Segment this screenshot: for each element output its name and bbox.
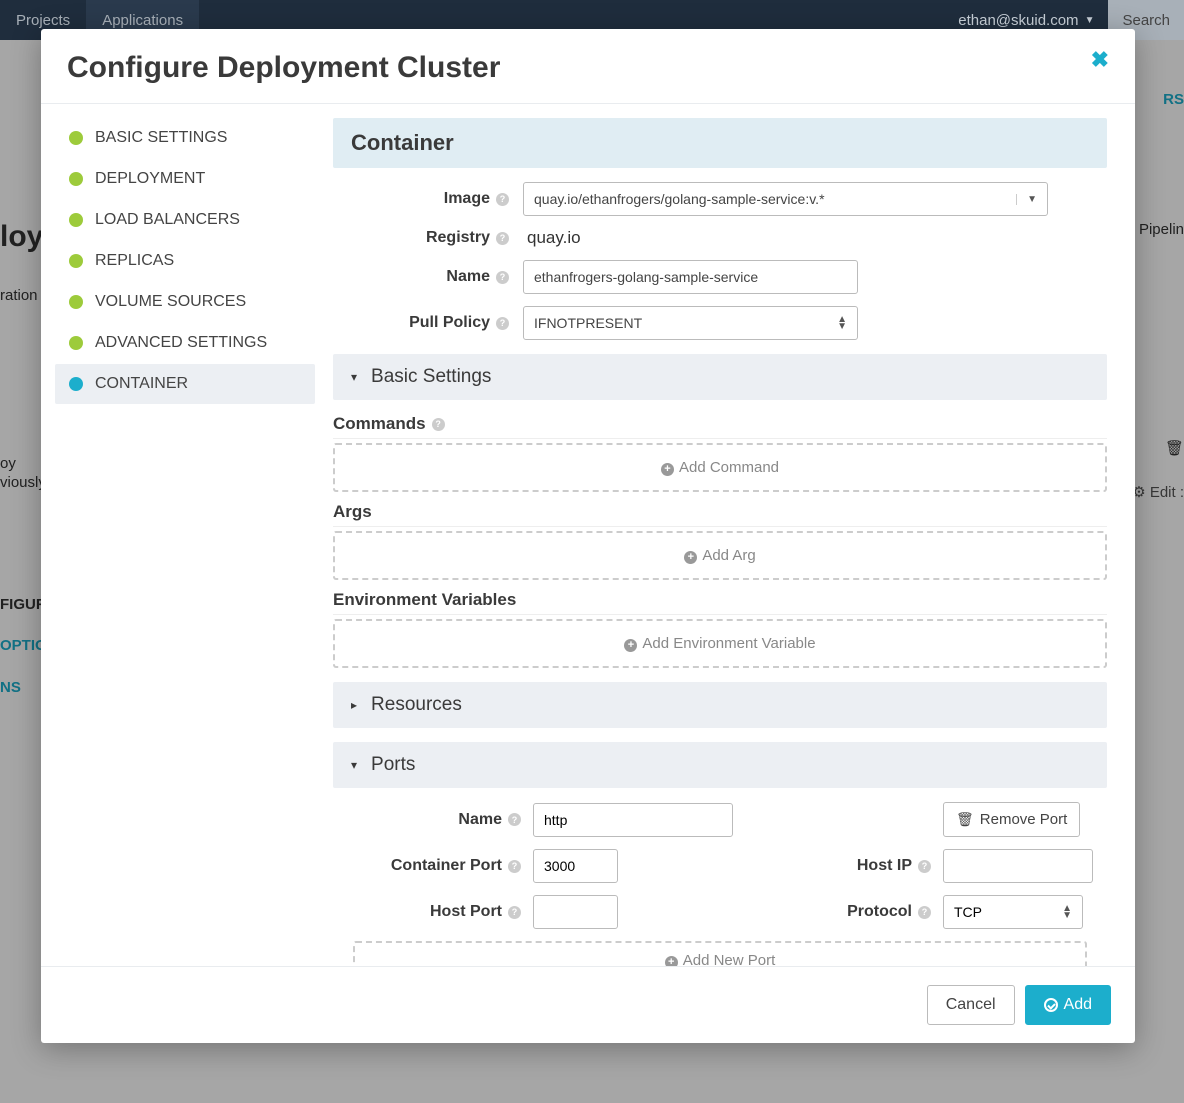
trash-icon: 🗑 [956,811,974,828]
add-arg-label: Add Arg [702,547,755,564]
sidebar-item-volume-sources[interactable]: VOLUME SOURCES [55,282,315,322]
help-icon[interactable]: ? [508,813,521,826]
pull-policy-value: IFNOTPRESENT [534,315,642,331]
sidebar-item-replicas[interactable]: REPLICAS [55,241,315,281]
sidebar-item-label: BASIC SETTINGS [95,129,227,147]
name-label: Name [446,268,490,286]
sidebar-item-advanced-settings[interactable]: ADVANCED SETTINGS [55,323,315,363]
help-icon[interactable]: ? [496,317,509,330]
remove-port-button[interactable]: 🗑 Remove Port [943,802,1080,837]
add-env-var-button[interactable]: + Add Environment Variable [333,619,1107,668]
status-dot-icon [69,131,83,145]
add-new-port-button[interactable]: + Add New Port [353,941,1087,966]
status-dot-icon [69,377,83,391]
help-icon[interactable]: ? [918,860,931,873]
plus-icon: + [661,463,674,476]
pull-policy-select[interactable]: IFNOTPRESENT ▲▼ [523,306,858,340]
host-port-label: Host Port [430,903,502,921]
registry-label: Registry [426,229,490,247]
port-name-label: Name [458,811,502,829]
host-port-input[interactable] [533,895,618,929]
sidebar-item-load-balancers[interactable]: LOAD BALANCERS [55,200,315,240]
protocol-select[interactable]: TCP ▲▼ [943,895,1083,929]
container-port-input[interactable] [533,849,618,883]
select-chevrons-icon: ▲▼ [837,316,847,330]
protocol-value: TCP [954,904,982,920]
remove-port-label: Remove Port [980,811,1068,828]
port-name-input[interactable] [533,803,733,837]
add-new-port-label: Add New Port [683,952,776,966]
caret-down-icon: ▼ [1085,15,1095,26]
cancel-button[interactable]: Cancel [927,985,1015,1025]
resources-toggle[interactable]: ▸ Resources [333,682,1107,728]
image-value: quay.io/ethanfrogers/golang-sample-servi… [534,191,825,207]
resources-heading: Resources [371,694,462,716]
user-email: ethan@skuid.com [958,12,1078,29]
ports-toggle[interactable]: ▾ Ports [333,742,1107,788]
add-command-label: Add Command [679,459,779,476]
sidebar-item-label: LOAD BALANCERS [95,211,240,229]
close-icon[interactable]: ✖ [1091,47,1109,73]
section-container-heading: Container [333,118,1107,168]
modal-title: Configure Deployment Cluster [67,51,1091,85]
modal-content: Container Image? quay.io/ethanfrogers/go… [329,104,1135,966]
add-button-label: Add [1064,996,1092,1014]
chevron-down-icon: ▼ [1016,194,1037,205]
commands-label: Commands [333,414,426,434]
help-icon[interactable]: ? [432,418,445,431]
env-vars-label: Environment Variables [333,590,516,610]
help-icon[interactable]: ? [508,860,521,873]
status-dot-icon [69,172,83,186]
name-input[interactable] [523,260,858,294]
add-button[interactable]: Add [1025,985,1111,1025]
status-dot-icon [69,254,83,268]
basic-settings-toggle[interactable]: ▾ Basic Settings [333,354,1107,400]
plus-icon: + [665,956,678,966]
status-dot-icon [69,336,83,350]
add-command-button[interactable]: + Add Command [333,443,1107,492]
sidebar-item-label: VOLUME SOURCES [95,293,246,311]
sidebar-item-label: DEPLOYMENT [95,170,205,188]
help-icon[interactable]: ? [496,193,509,206]
sidebar-item-label: ADVANCED SETTINGS [95,334,267,352]
configure-cluster-modal: Configure Deployment Cluster ✖ BASIC SET… [41,29,1135,1043]
add-arg-button[interactable]: + Add Arg [333,531,1107,580]
plus-icon: + [624,639,637,652]
add-env-var-label: Add Environment Variable [642,635,815,652]
check-circle-icon [1044,998,1058,1012]
host-ip-input[interactable] [943,849,1093,883]
help-icon[interactable]: ? [496,232,509,245]
select-chevrons-icon: ▲▼ [1062,905,1072,919]
help-icon[interactable]: ? [508,906,521,919]
image-select[interactable]: quay.io/ethanfrogers/golang-sample-servi… [523,182,1048,216]
container-port-label: Container Port [391,857,502,875]
plus-icon: + [684,551,697,564]
args-label: Args [333,502,372,522]
sidebar-item-basic-settings[interactable]: BASIC SETTINGS [55,118,315,158]
protocol-label: Protocol [847,903,912,921]
registry-value: quay.io [523,228,581,248]
sidebar-item-container[interactable]: CONTAINER [55,364,315,404]
host-ip-label: Host IP [857,857,912,875]
sidebar-item-label: REPLICAS [95,252,174,270]
modal-sidebar: BASIC SETTINGS DEPLOYMENT LOAD BALANCERS… [41,104,329,966]
status-dot-icon [69,295,83,309]
sidebar-item-deployment[interactable]: DEPLOYMENT [55,159,315,199]
help-icon[interactable]: ? [496,271,509,284]
image-label: Image [444,190,490,208]
basic-settings-heading: Basic Settings [371,366,491,388]
pull-policy-label: Pull Policy [409,314,490,332]
chevron-down-icon: ▾ [351,370,357,384]
chevron-down-icon: ▾ [351,758,357,772]
chevron-right-icon: ▸ [351,698,357,712]
sidebar-item-label: CONTAINER [95,375,188,393]
help-icon[interactable]: ? [918,906,931,919]
ports-heading: Ports [371,754,415,776]
status-dot-icon [69,213,83,227]
